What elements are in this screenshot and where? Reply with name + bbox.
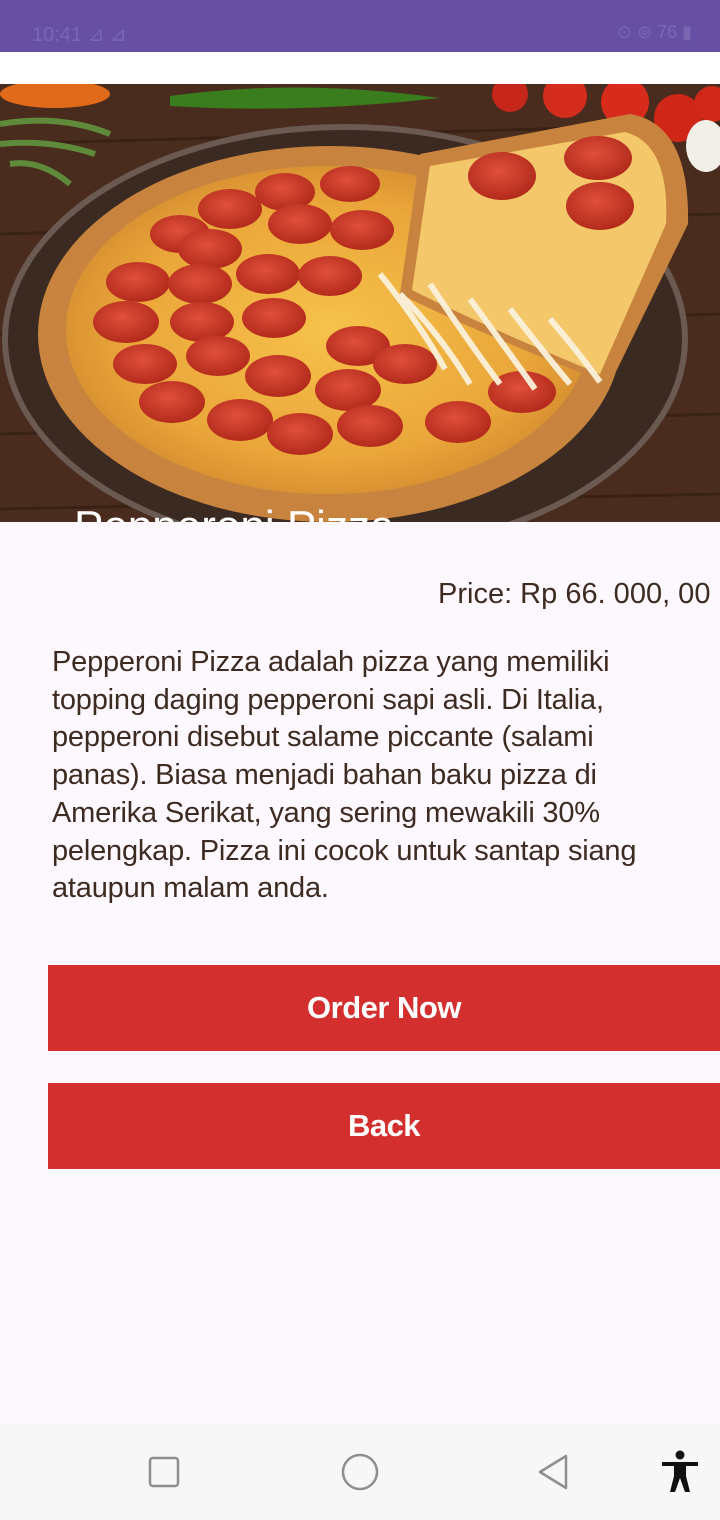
pizza-image [0, 84, 720, 522]
navigation-bar [0, 1424, 720, 1520]
status-bar: 10:41 ⊿ ⊿ ⊙ ⊚ 76 ▮ [0, 0, 720, 52]
order-now-button[interactable]: Order Now [48, 965, 720, 1051]
back-icon[interactable] [530, 1448, 578, 1496]
item-description: Pepperoni Pizza adalah pizza yang memili… [52, 646, 637, 905]
app-bar [0, 52, 720, 84]
item-title: Pepperoni Pizza [74, 500, 394, 522]
back-button[interactable]: Back [48, 1083, 720, 1169]
item-price: Price: Rp 66. 000, 00 [438, 578, 711, 610]
accessibility-icon[interactable] [656, 1448, 704, 1496]
item-title-text: Pepperoni Pizza [74, 500, 394, 522]
recents-icon[interactable] [140, 1448, 188, 1496]
status-time: 10:41 ⊿ ⊿ [32, 24, 127, 46]
status-icons: ⊙ ⊚ 76 ▮ [616, 22, 692, 42]
home-icon[interactable] [336, 1448, 384, 1496]
